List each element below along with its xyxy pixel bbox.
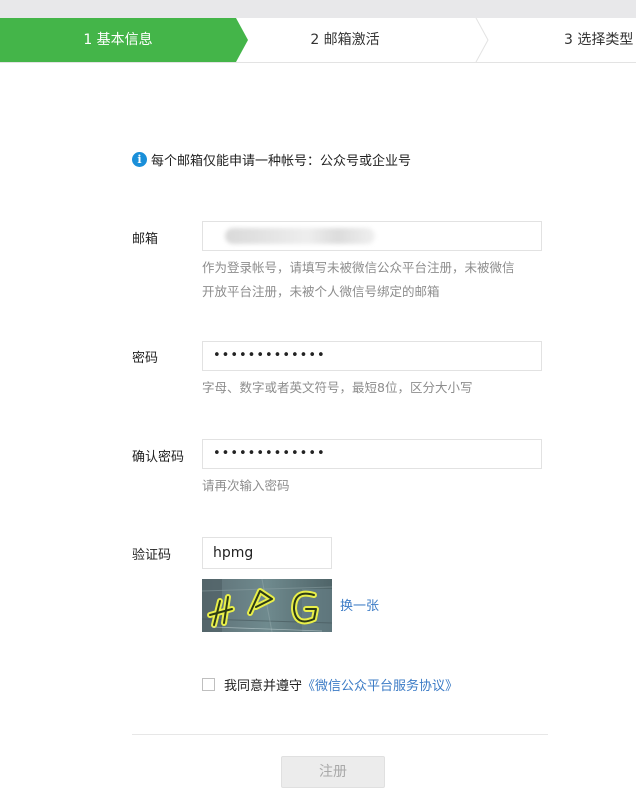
email-label: 邮箱 <box>132 232 159 247</box>
password-label: 密码 <box>132 351 159 366</box>
step-email-activation: 2 邮箱激活 <box>310 32 380 48</box>
captcha-input[interactable]: hpmg <box>202 537 332 569</box>
agreement-row: 我同意并遵守 《微信公众平台服务协议》 <box>202 675 458 694</box>
email-hint: 作为登录帐号，请填写未被微信公众平台注册，未被微信开放平台注册，未被个人微信号绑… <box>202 260 515 299</box>
email-input[interactable] <box>202 221 542 251</box>
redacted-email-blur <box>225 228 375 244</box>
confirm-password-value: ••••••••••••• <box>213 446 326 461</box>
captcha-image[interactable] <box>202 579 332 632</box>
captcha-refresh-link[interactable]: 换一张 <box>340 595 379 614</box>
notice-text: 每个邮箱仅能申请一种帐号：公众号或企业号 <box>151 154 412 169</box>
step-arrow-active <box>236 18 248 62</box>
step-separator-chevron <box>475 18 489 62</box>
step-choose-type: 3 选择类型 <box>564 32 634 48</box>
confirm-password-label: 确认密码 <box>132 450 185 465</box>
password-value: ••••••••••••• <box>213 348 326 363</box>
notice-message: i 每个邮箱仅能申请一种帐号：公众号或企业号 <box>132 150 411 169</box>
register-button[interactable]: 注册 <box>281 756 385 788</box>
agreement-link[interactable]: 《微信公众平台服务协议》 <box>302 675 458 694</box>
step-basic-info: 1 基本信息 <box>0 18 236 62</box>
agreement-checkbox[interactable] <box>202 678 215 691</box>
info-icon: i <box>132 152 147 167</box>
form-divider <box>132 734 548 735</box>
confirm-password-input[interactable]: ••••••••••••• <box>202 439 542 469</box>
confirm-password-hint: 请再次输入密码 <box>202 478 290 493</box>
browser-top-strip <box>0 0 636 18</box>
agreement-text: 我同意并遵守 <box>224 679 303 694</box>
captcha-label: 验证码 <box>132 548 172 563</box>
password-hint: 字母、数字或者英文符号，最短8位，区分大小写 <box>202 380 473 395</box>
password-input[interactable]: ••••••••••••• <box>202 341 542 371</box>
captcha-value: hpmg <box>213 545 254 561</box>
step-progress-bar: 1 基本信息 2 邮箱激活 3 选择类型 <box>0 18 636 63</box>
